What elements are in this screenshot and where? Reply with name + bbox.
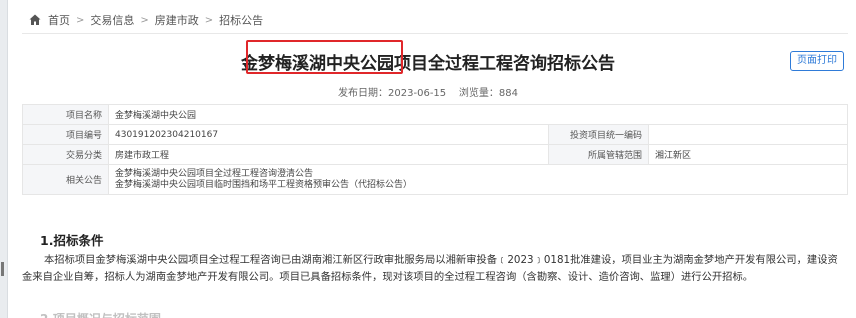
title-highlight-box (246, 40, 403, 74)
project-name-label: 项目名称 (22, 104, 109, 125)
breadcrumb-construction[interactable]: 房建市政 (155, 12, 199, 28)
home-icon[interactable] (28, 13, 42, 27)
section-paragraph: 本招标项目金梦梅溪湖中央公园项目全过程工程咨询已由湖南湘江新区行政审批服务局以湘… (22, 254, 838, 283)
related-notice-label: 相关公告 (22, 164, 109, 195)
jurisdiction-value: 湘江新区 (648, 144, 848, 165)
left-panel-edge (0, 0, 8, 318)
views-label: 浏览量： (458, 88, 499, 99)
table-row: 交易分类 房建市政工程 所属管辖范围 湘江新区 (22, 144, 848, 165)
section-heading: 1.招标条件 (40, 233, 104, 248)
breadcrumb-separator: > (140, 14, 149, 26)
scroll-marker (1, 262, 4, 276)
next-section-heading: 2.项目概况与招标范围 (40, 310, 161, 318)
related-notice-list: 金梦梅溪湖中央公园项目全过程工程咨询澄清公告 金梦梅溪湖中央公园项目临时围挡和场… (108, 164, 848, 195)
page-title: 金梦梅溪湖中央公园项目全过程工程咨询招标公告 (241, 54, 615, 74)
project-name-value: 金梦梅溪湖中央公园 (108, 104, 848, 125)
category-label: 交易分类 (22, 144, 109, 165)
jurisdiction-label: 所属管辖范围 (548, 144, 649, 165)
investment-code-value (648, 124, 848, 145)
breadcrumb-separator: > (204, 14, 214, 26)
category-value: 房建市政工程 (108, 144, 549, 165)
breadcrumb: 首页 > 交易信息 > 房建市政 > 招标公告 (28, 12, 263, 28)
table-row: 项目编号 430191202304210167 投资项目统一编码 (22, 124, 848, 145)
view-count: 884 (498, 88, 518, 99)
publish-date-label: 发布日期： (338, 88, 389, 99)
table-row: 项目名称 金梦梅溪湖中央公园 (22, 104, 848, 125)
project-code-label: 项目编号 (22, 124, 109, 145)
table-row: 相关公告 金梦梅溪湖中央公园项目全过程工程咨询澄清公告 金梦梅溪湖中央公园项目临… (22, 164, 848, 195)
breadcrumb-tender-notice[interactable]: 招标公告 (219, 12, 263, 28)
publish-date: 2023-06-15 (388, 88, 447, 99)
print-page-button[interactable]: 页面打印 (790, 51, 844, 71)
publish-meta: 发布日期：2023-06-15 浏览量：884 (0, 84, 856, 99)
investment-code-label: 投资项目统一编码 (548, 124, 649, 145)
breadcrumb-trade-info[interactable]: 交易信息 (90, 12, 134, 28)
breadcrumb-separator: > (76, 14, 85, 26)
project-code-value: 430191202304210167 (108, 124, 549, 145)
breadcrumb-home[interactable]: 首页 (48, 12, 70, 28)
related-notice-link[interactable]: 金梦梅溪湖中央公园项目全过程工程咨询澄清公告 (115, 169, 841, 180)
project-info-table: 项目名称 金梦梅溪湖中央公园 项目编号 430191202304210167 投… (22, 104, 848, 195)
header-divider (22, 33, 848, 34)
related-notice-link[interactable]: 金梦梅溪湖中央公园项目临时围挡和场平工程资格预审公告（代招标公告） (115, 180, 841, 191)
